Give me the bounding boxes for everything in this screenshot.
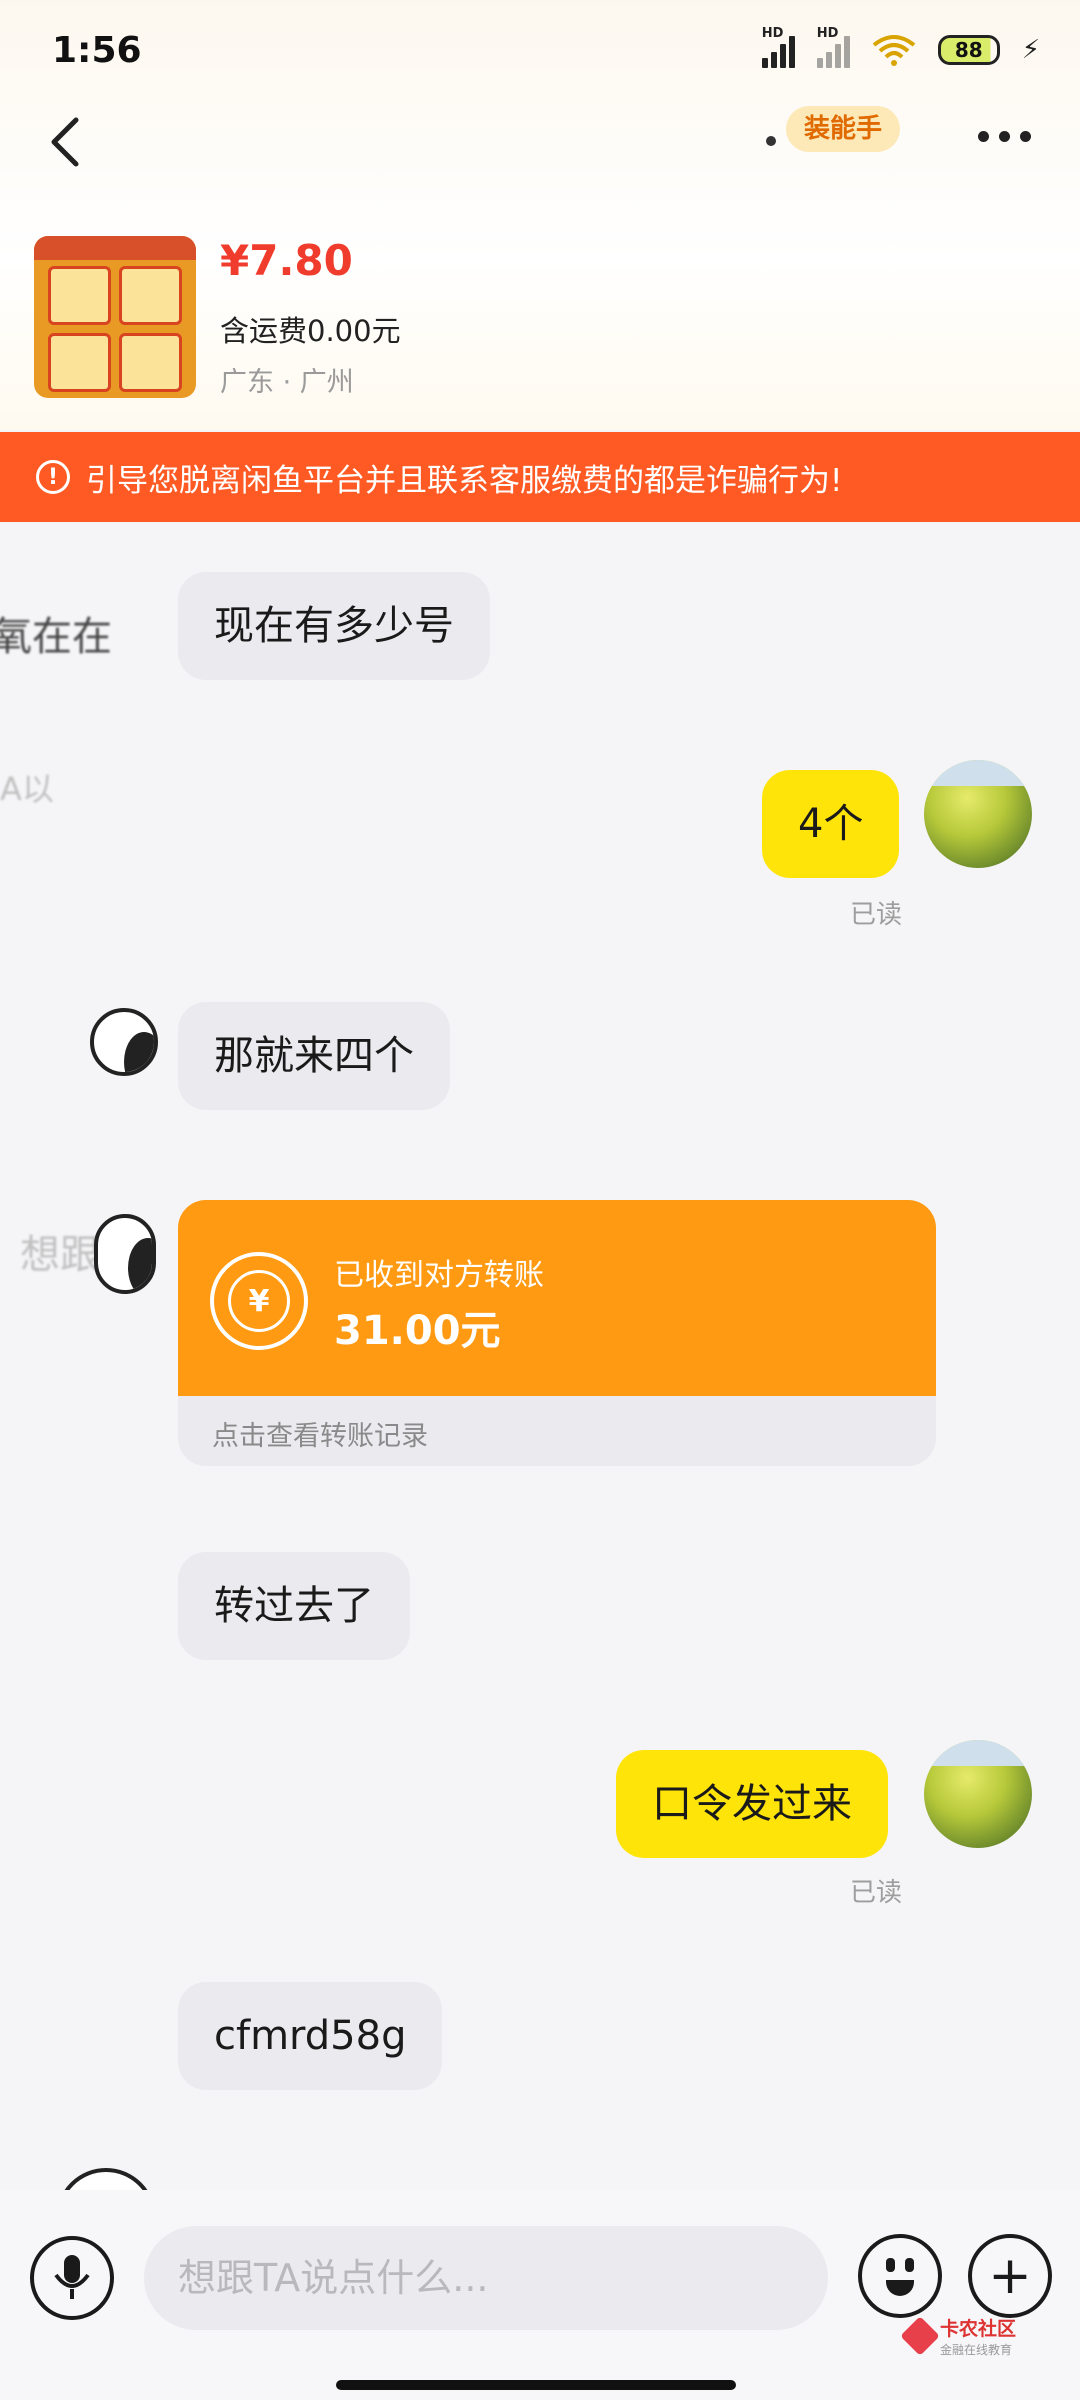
more-options-button[interactable] — [978, 126, 1038, 146]
message-bubble-outgoing[interactable]: 4个 — [762, 770, 900, 878]
message-bubble-incoming[interactable]: 那就来四个 — [178, 1002, 450, 1110]
transfer-amount: 31.00元 — [334, 1308, 501, 1354]
voice-button[interactable] — [30, 2236, 114, 2320]
add-more-button[interactable]: + — [968, 2234, 1052, 2318]
charging-icon: ⚡ — [1021, 35, 1040, 65]
more-dot-icon — [978, 130, 989, 142]
battery-level: 88 — [954, 38, 983, 62]
input-bar: + 卡农社区 金融在线教育 — [0, 2190, 1080, 2400]
product-shipping: 含运费0.00元 — [220, 314, 401, 348]
read-receipt: 已读 — [850, 900, 903, 930]
watermark-subtitle: 金融在线教育 — [940, 2343, 1013, 2357]
message-bubble-incoming[interactable]: cfmrd58g — [178, 1982, 443, 2090]
home-indicator[interactable] — [336, 2380, 736, 2390]
product-price: ¥7.80 — [220, 236, 353, 285]
status-bar: 1:56 HD HD 88 ⚡ — [0, 0, 1080, 100]
emoji-button[interactable] — [858, 2234, 942, 2318]
ghost-text: 想跟 — [20, 1232, 100, 1278]
nav-bar: 装能手 — [0, 100, 1080, 190]
message-bubble-incoming[interactable]: 转过去了 — [178, 1552, 410, 1660]
more-dot-icon — [1020, 130, 1031, 142]
product-location: 广东 · 广州 — [220, 367, 354, 398]
transfer-card[interactable]: ¥ 已收到对方转账 31.00元 点击查看转账记录 — [178, 1200, 936, 1466]
ghost-text: 氧在在 — [0, 614, 112, 660]
my-avatar[interactable] — [924, 760, 1032, 868]
product-card[interactable]: ¥7.80 含运费0.00元 广东 · 广州 — [34, 236, 1034, 400]
my-avatar[interactable] — [924, 1740, 1032, 1848]
peer-avatar[interactable] — [90, 1008, 158, 1076]
battery-icon: 88 — [937, 35, 1000, 65]
wifi-icon — [872, 35, 915, 66]
transfer-record-link[interactable]: 点击查看转账记录 — [212, 1414, 428, 1453]
message-bubble-incoming[interactable]: 现在有多少号 — [178, 572, 490, 680]
watermark-logo-icon — [900, 2316, 940, 2356]
signal-2-icon: HD — [816, 26, 850, 68]
status-dot — [766, 136, 776, 146]
emoji-eye-icon — [905, 2258, 914, 2272]
emoji-eye-icon — [886, 2258, 895, 2272]
status-icons: HD HD 88 ⚡ — [761, 26, 1040, 72]
watermark-title: 卡农社区 — [940, 2318, 1017, 2340]
watermark: 卡农社区 金融在线教育 — [900, 2314, 1017, 2358]
status-time: 1:56 — [52, 30, 142, 71]
helper-badge[interactable]: 装能手 — [786, 106, 901, 152]
microphone-icon — [54, 2255, 90, 2299]
header-area: 1:56 HD HD 88 ⚡ 装能手 ¥7.80 含运费0.00元 广东 · … — [0, 0, 1080, 430]
plus-icon: + — [988, 2246, 1032, 2306]
signal-icon: HD — [761, 26, 795, 68]
fraud-warning-banner: ! 引导您脱离闲鱼平台并且联系客服缴费的都是诈骗行为! — [0, 432, 1080, 522]
transfer-title: 已收到对方转账 — [334, 1258, 544, 1293]
chat-area[interactable]: 氧在在 A以 想跟 现在有多少号 4个 已读 那就来四个 ¥ 已收到对方转账 3… — [0, 522, 1080, 2268]
product-thumbnail[interactable] — [34, 236, 196, 398]
message-bubble-outgoing[interactable]: 口令发过来 — [616, 1750, 888, 1858]
ghost-text: A以 — [0, 770, 54, 808]
warning-text: 引导您脱离闲鱼平台并且联系客服缴费的都是诈骗行为! — [86, 462, 843, 499]
more-dot-icon — [999, 130, 1010, 142]
message-input[interactable] — [144, 2226, 828, 2330]
read-receipt: 已读 — [850, 1878, 903, 1908]
back-button[interactable] — [44, 112, 88, 172]
peer-avatar[interactable] — [94, 1214, 156, 1294]
alert-icon: ! — [36, 460, 70, 494]
yuan-transfer-icon: ¥ — [210, 1252, 308, 1350]
transfer-card-header: ¥ 已收到对方转账 31.00元 — [178, 1200, 936, 1396]
emoji-mouth-icon — [886, 2280, 914, 2296]
